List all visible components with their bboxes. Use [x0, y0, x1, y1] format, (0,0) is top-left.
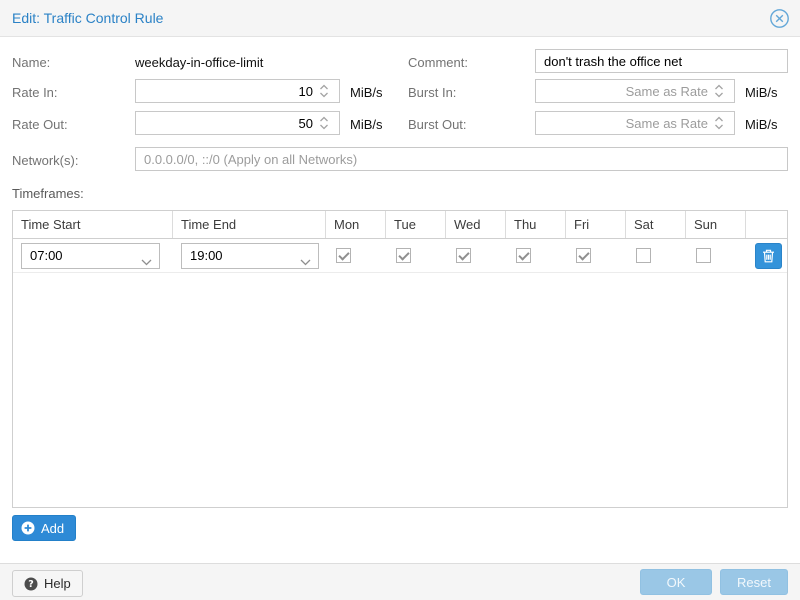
ok-button[interactable]: OK	[640, 569, 712, 595]
column-header-fri: Fri	[566, 211, 626, 238]
grid-header-row: Time Start Time End Mon Tue Wed Thu Fri …	[13, 211, 787, 239]
burst-in-field[interactable]	[535, 79, 735, 103]
rate-in-spinner-icon[interactable]	[319, 83, 329, 99]
column-header-time-start: Time Start	[13, 211, 173, 238]
help-icon: ?	[24, 577, 38, 591]
add-button[interactable]: Add	[12, 515, 76, 541]
rate-in-label: Rate In:	[12, 85, 58, 100]
timeframe-row: 07:00 19:00	[13, 239, 787, 273]
checkbox-fri[interactable]	[576, 248, 591, 263]
name-value: weekday-in-office-limit	[135, 55, 263, 70]
add-button-label: Add	[41, 521, 64, 536]
rate-in-field[interactable]	[135, 79, 340, 103]
timeframes-grid: Time Start Time End Mon Tue Wed Thu Fri …	[12, 210, 788, 508]
checkbox-mon[interactable]	[336, 248, 351, 263]
comment-field[interactable]	[535, 49, 788, 73]
close-icon[interactable]	[769, 8, 790, 29]
networks-label: Network(s):	[12, 153, 78, 168]
rate-out-field[interactable]	[135, 111, 340, 135]
rate-out-label: Rate Out:	[12, 117, 68, 132]
checkbox-sat[interactable]	[636, 248, 651, 263]
time-end-combo[interactable]: 19:00	[181, 243, 319, 269]
delete-row-button[interactable]	[755, 243, 782, 269]
column-header-actions	[746, 211, 787, 238]
column-header-sun: Sun	[686, 211, 746, 238]
burst-in-label: Burst In:	[408, 85, 456, 100]
help-button-label: Help	[44, 576, 71, 591]
time-start-value: 07:00	[30, 248, 63, 263]
burst-out-unit: MiB/s	[745, 117, 778, 132]
name-label: Name:	[12, 55, 50, 70]
time-end-value: 19:00	[190, 248, 223, 263]
comment-label: Comment:	[408, 55, 468, 70]
dialog-footer: ? Help OK Reset	[0, 563, 800, 600]
chevron-down-icon[interactable]	[141, 254, 152, 269]
column-header-time-end: Time End	[173, 211, 326, 238]
burst-in-unit: MiB/s	[745, 85, 778, 100]
time-start-combo[interactable]: 07:00	[21, 243, 160, 269]
reset-button-label: Reset	[737, 575, 771, 590]
chevron-down-icon[interactable]	[300, 254, 311, 269]
burst-in-spinner-icon[interactable]	[714, 83, 724, 99]
networks-field[interactable]	[135, 147, 788, 171]
help-button[interactable]: ? Help	[12, 570, 83, 597]
edit-traffic-control-rule-dialog: Edit: Traffic Control Rule Name: weekday…	[0, 0, 800, 600]
add-plus-icon	[21, 521, 35, 535]
column-header-tue: Tue	[386, 211, 446, 238]
column-header-wed: Wed	[446, 211, 506, 238]
ok-button-label: OK	[667, 575, 686, 590]
checkbox-sun[interactable]	[696, 248, 711, 263]
column-header-sat: Sat	[626, 211, 686, 238]
burst-out-spinner-icon[interactable]	[714, 115, 724, 131]
burst-out-label: Burst Out:	[408, 117, 467, 132]
column-header-thu: Thu	[506, 211, 566, 238]
rate-out-spinner-icon[interactable]	[319, 115, 329, 131]
dialog-title: Edit: Traffic Control Rule	[12, 10, 163, 26]
dialog-header: Edit: Traffic Control Rule	[0, 0, 800, 37]
column-header-mon: Mon	[326, 211, 386, 238]
trash-icon	[762, 249, 775, 263]
checkbox-thu[interactable]	[516, 248, 531, 263]
svg-text:?: ?	[28, 579, 34, 590]
checkbox-wed[interactable]	[456, 248, 471, 263]
timeframes-label: Timeframes:	[12, 186, 84, 201]
rate-in-unit: MiB/s	[350, 85, 383, 100]
checkbox-tue[interactable]	[396, 248, 411, 263]
reset-button[interactable]: Reset	[720, 569, 788, 595]
rate-out-unit: MiB/s	[350, 117, 383, 132]
burst-out-field[interactable]	[535, 111, 735, 135]
